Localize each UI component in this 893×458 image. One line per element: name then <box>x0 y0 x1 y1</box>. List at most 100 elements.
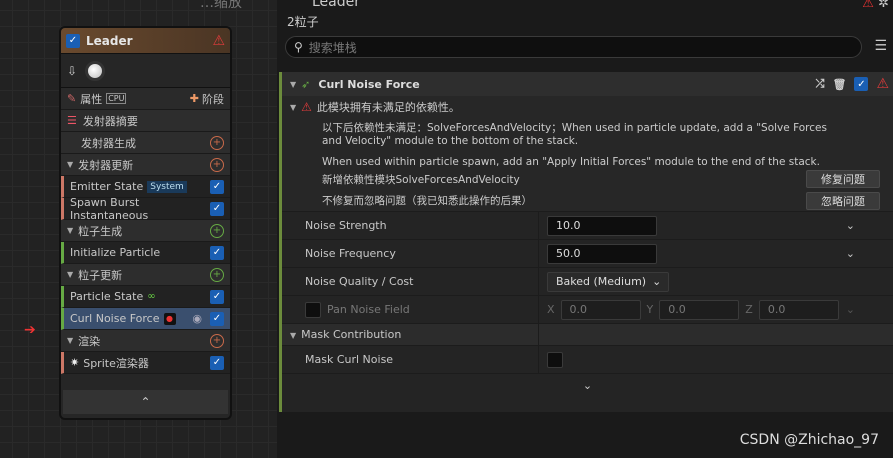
section-particle-update[interactable]: ▼ 粒子更新 + <box>61 264 230 286</box>
node-tabs: ✎ 属性 CPU ✚ 阶段 <box>61 88 230 110</box>
section-emitter-update[interactable]: ▼ 发射器更新 + <box>61 154 230 176</box>
warning-header[interactable]: ▼ ⚠ 此模块拥有未满足的依赖性。 <box>282 96 893 118</box>
fix-issue-button[interactable]: 修复问题 <box>806 170 880 188</box>
ignore-label: 不修复而忽略问题（我已知悉此操作的后果） <box>322 195 532 207</box>
warning-icon: ⚠ <box>212 32 225 49</box>
cpu-icon: CPU <box>106 93 127 104</box>
warning-icon: ⚠ <box>876 76 889 92</box>
module-spawn-burst[interactable]: Spawn Burst Instantaneous ✓ <box>61 196 230 222</box>
link-icon: ∞ <box>147 291 156 302</box>
mask-curl-checkbox[interactable] <box>547 351 563 368</box>
watermark: CSDN @Zhichao_97 <box>739 432 879 448</box>
module-title: Curl Noise Force <box>318 77 420 91</box>
add-module-icon[interactable]: + <box>210 333 224 348</box>
section-emitter-summary[interactable]: ☰ 发射器摘要 <box>61 110 230 132</box>
section-emitter-spawn[interactable]: 发射器生成 + <box>61 132 230 154</box>
module-enable-checkbox[interactable]: ✓ <box>210 201 224 216</box>
collapse-icon[interactable]: ▼ <box>67 336 73 345</box>
search-input[interactable]: ⚲ 搜索堆栈 <box>285 36 862 58</box>
collapse-icon[interactable]: ▼ <box>67 270 73 279</box>
shuffle-icon[interactable]: ⤮ <box>816 77 825 91</box>
settings-icon[interactable]: ✲ <box>878 0 889 11</box>
add-module-icon[interactable]: + <box>210 267 224 282</box>
module-enable-checkbox[interactable]: ✓ <box>854 77 869 91</box>
plus-icon: ✚ <box>189 92 199 105</box>
x-label: X <box>547 303 555 316</box>
chevron-down-icon[interactable]: ⌄ <box>846 247 855 260</box>
pan-y-field[interactable]: 0.0 <box>659 299 740 320</box>
red-arrow-icon: ➔ <box>24 322 36 338</box>
chevron-down-icon[interactable]: ⌄ <box>846 219 855 232</box>
sprite-icon: ✷ <box>70 356 80 369</box>
fix-label: 新增依赖性模块SolveForcesAndVelocity <box>322 173 520 186</box>
error-dot-icon: ● <box>163 312 176 325</box>
collapse-icon[interactable]: ▼ <box>290 331 296 340</box>
chevron-down-icon: ⌄ <box>652 275 662 288</box>
node-header[interactable]: ✓ Leader ⚠ <box>61 28 230 54</box>
tab-properties[interactable]: 属性 <box>80 91 102 107</box>
mask-curl-label: Mask Curl Noise <box>305 353 394 366</box>
expand-advanced-button[interactable]: ⌄ <box>282 374 893 396</box>
noise-quality-dropdown[interactable]: Baked (Medium) ⌄ <box>547 271 669 292</box>
chevron-down-icon[interactable]: ⌄ <box>846 303 855 316</box>
pan-noise-label: Pan Noise Field <box>327 303 410 316</box>
ignore-issue-button[interactable]: 忽略问题 <box>806 191 880 210</box>
pan-x-field[interactable]: 0.0 <box>560 299 641 320</box>
noise-frequency-label: Noise Frequency <box>305 247 396 260</box>
warning-title: 此模块拥有未满足的依赖性。 <box>316 101 460 114</box>
noise-strength-label: Noise Strength <box>305 219 387 232</box>
list-icon: ☰ <box>67 114 77 127</box>
eye-icon[interactable]: ◉ <box>192 312 202 325</box>
pencil-icon: ✎ <box>67 92 77 105</box>
sprite-thumbnail-icon[interactable] <box>85 60 106 81</box>
add-module-icon[interactable]: + <box>210 135 224 150</box>
module-stack: ▼ ➶ Curl Noise Force ⤮ 🗑 ✓ ⚠ ▼ ⚠ 此模块拥有未满… <box>279 72 893 412</box>
pin-icon[interactable]: ⇩ <box>67 64 77 78</box>
node-title: Leader <box>86 33 133 48</box>
mask-section-label: Mask Contribution <box>301 328 402 341</box>
noise-strength-field[interactable]: 10.0 <box>547 215 657 236</box>
module-curl-noise-force[interactable]: Curl Noise Force ● ◉ ✓ <box>61 308 230 330</box>
add-module-icon[interactable]: + <box>210 157 224 172</box>
module-enable-checkbox[interactable]: ✓ <box>210 289 224 304</box>
ignore-row: 不修复而忽略问题（我已知悉此操作的后果） 忽略问题 <box>282 190 893 212</box>
y-label: Y <box>646 303 654 316</box>
collapse-icon[interactable]: ▼ <box>290 80 296 89</box>
module-particle-state[interactable]: Particle State ∞ ✓ <box>61 286 230 308</box>
noise-frequency-row: Noise Frequency 50.0 ⌄ <box>282 240 893 268</box>
module-enable-checkbox[interactable]: ✓ <box>210 355 224 370</box>
warning-icon: ⚠ <box>862 0 874 11</box>
z-label: Z <box>745 303 753 316</box>
graph-canvas[interactable]: …缩放 ➔ ✓ Leader ⚠ ⇩ ✎ 属性 CPU ✚ 阶段 ☰ 发射器摘要… <box>0 0 277 458</box>
module-icon: ➶ <box>301 77 311 91</box>
warning-body: 以下后依赖性未满足：SolveForcesAndVelocity；When us… <box>282 118 893 168</box>
module-header[interactable]: ▼ ➶ Curl Noise Force ⤮ 🗑 ✓ ⚠ <box>282 72 893 96</box>
module-initialize-particle[interactable]: Initialize Particle ✓ <box>61 242 230 264</box>
noise-strength-row: Noise Strength 10.0 ⌄ <box>282 212 893 240</box>
tab-stage[interactable]: 阶段 <box>202 91 224 107</box>
collapse-icon[interactable]: ▼ <box>67 226 73 235</box>
collapse-icon[interactable]: ▼ <box>67 160 73 169</box>
module-enable-checkbox[interactable]: ✓ <box>210 245 224 260</box>
panel-title: Leader <box>312 0 361 10</box>
particle-count: 2粒子 <box>287 15 319 29</box>
pan-noise-checkbox[interactable] <box>305 301 321 318</box>
pan-z-field[interactable]: 0.0 <box>758 299 839 320</box>
collapse-icon[interactable]: ▼ <box>290 103 296 112</box>
emitter-enable-checkbox[interactable]: ✓ <box>66 33 80 48</box>
error-icon: ⚠ <box>301 100 312 114</box>
add-module-icon[interactable]: + <box>210 223 224 238</box>
search-placeholder: 搜索堆栈 <box>308 40 357 55</box>
noise-frequency-field[interactable]: 50.0 <box>547 243 657 264</box>
emitter-node[interactable]: ✓ Leader ⚠ ⇩ ✎ 属性 CPU ✚ 阶段 ☰ 发射器摘要 发射器生成… <box>59 26 232 420</box>
module-enable-checkbox[interactable]: ✓ <box>210 311 224 326</box>
module-enable-checkbox[interactable]: ✓ <box>210 179 224 194</box>
trash-icon[interactable]: 🗑 <box>832 78 846 91</box>
section-particle-spawn[interactable]: ▼ 粒子生成 + <box>61 220 230 242</box>
pan-noise-row: Pan Noise Field X 0.0 Y 0.0 Z 0.0 ⌄ <box>282 296 893 324</box>
module-sprite-renderer[interactable]: ✷ Sprite渲染器 ✓ <box>61 352 230 374</box>
section-render[interactable]: ▼ 渲染 + <box>61 330 230 352</box>
filter-icon[interactable]: ☰ <box>874 38 887 54</box>
mask-section-row[interactable]: ▼ Mask Contribution <box>282 324 893 346</box>
collapse-node-button[interactable]: ⌃ <box>63 390 228 414</box>
